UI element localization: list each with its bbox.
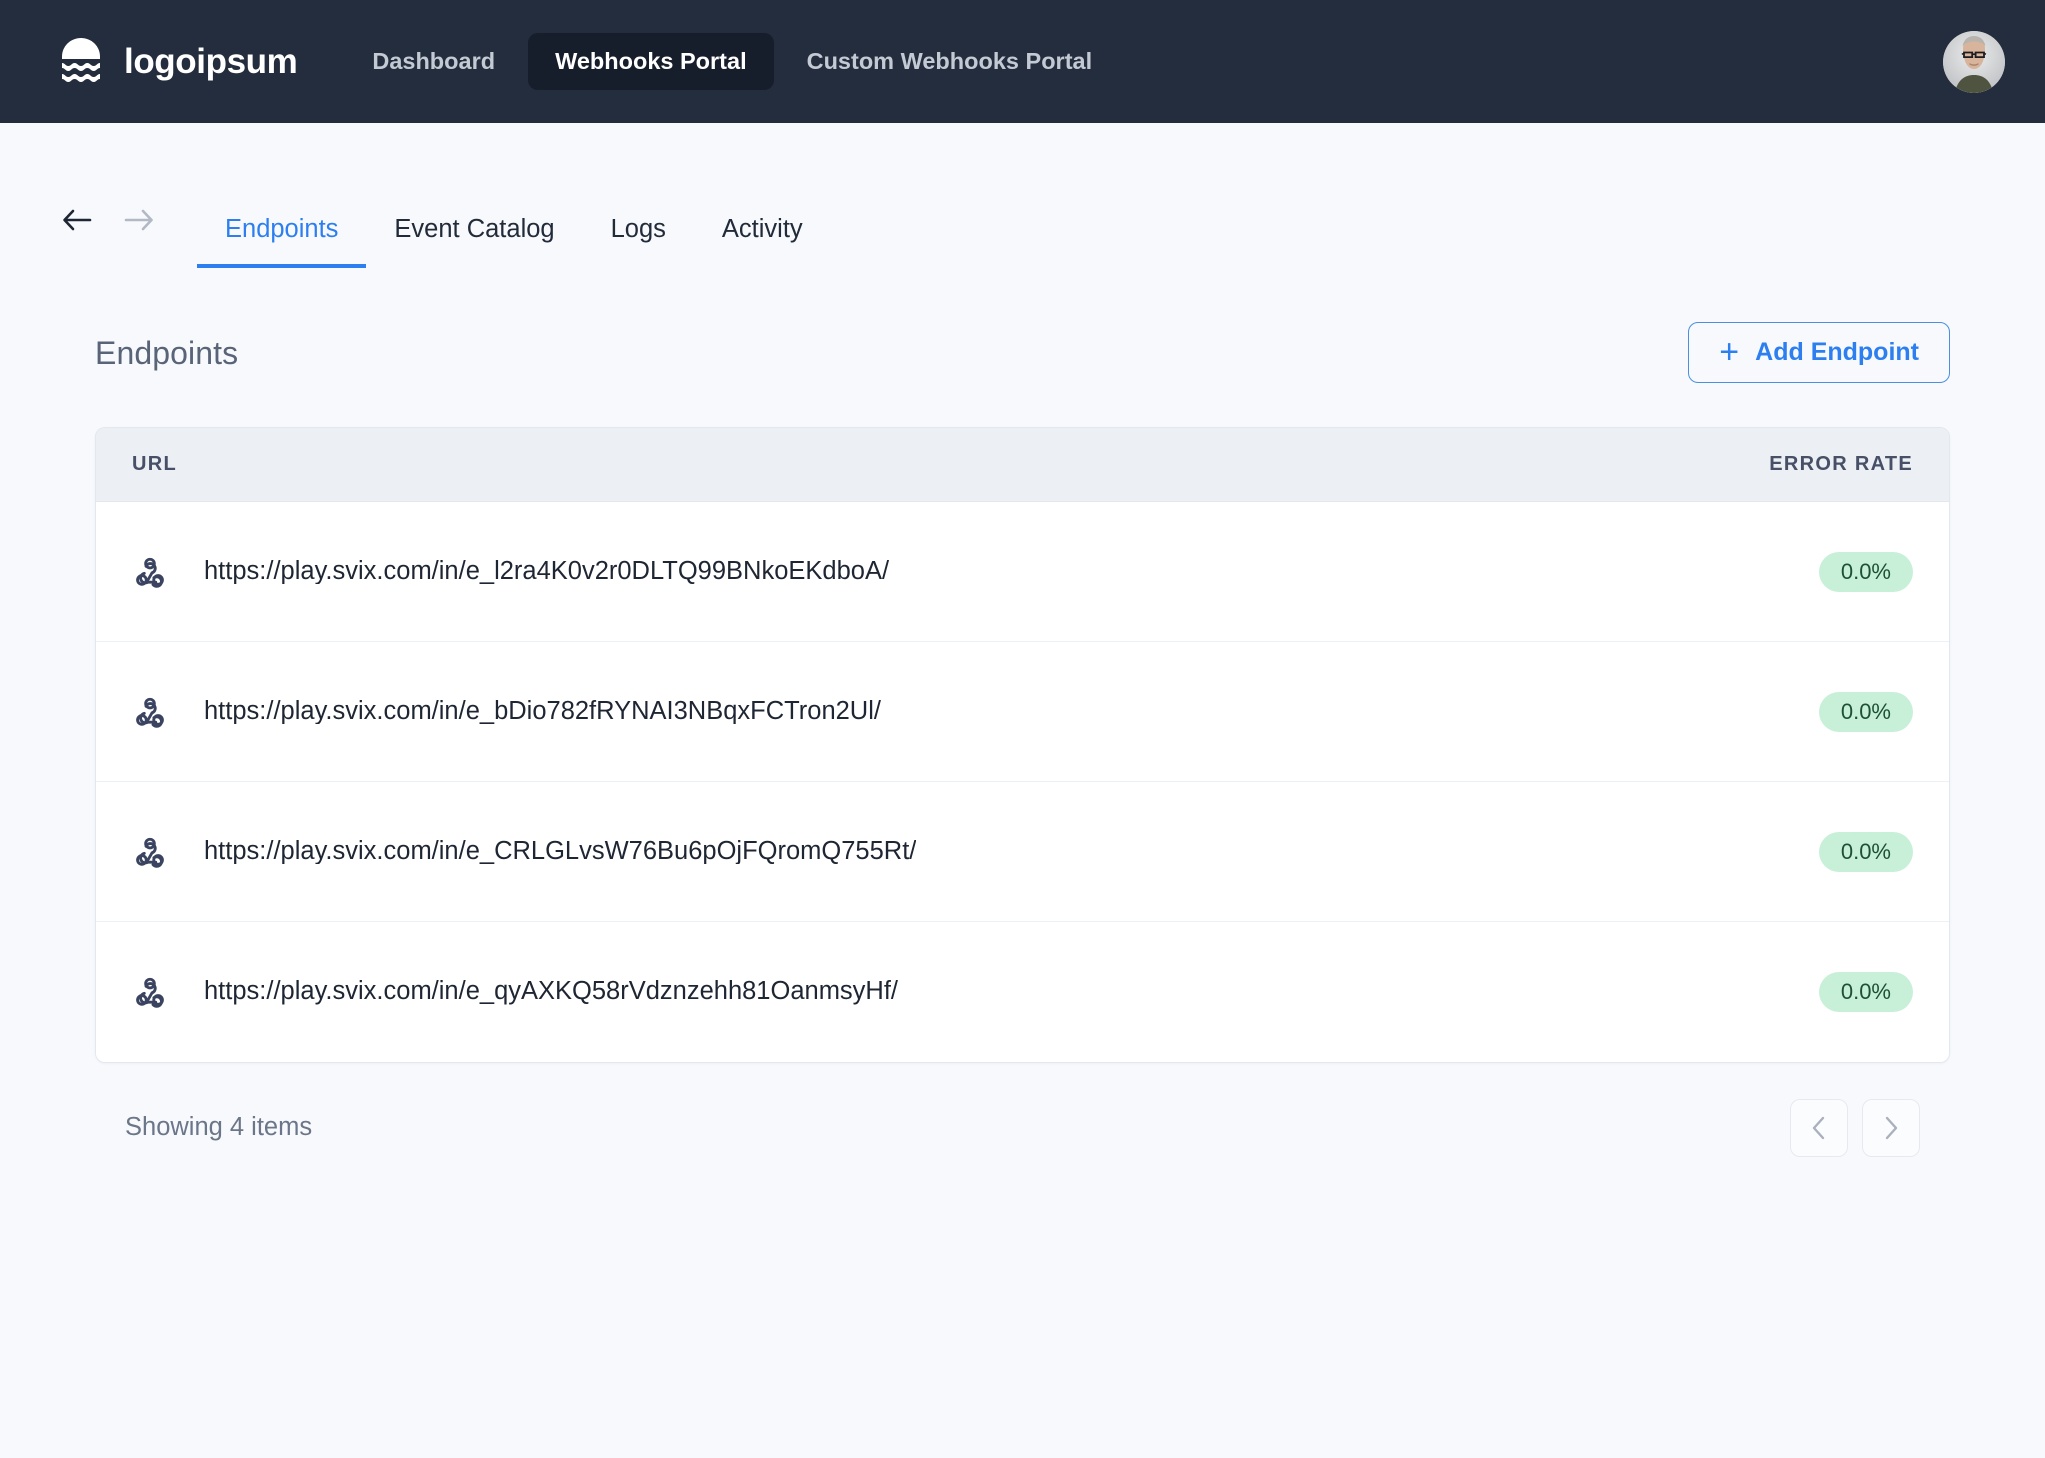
avatar[interactable]: [1943, 31, 2005, 93]
table-row[interactable]: https://play.svix.com/in/e_l2ra4K0v2r0DL…: [96, 502, 1949, 642]
table-row[interactable]: https://play.svix.com/in/e_bDio782fRYNAI…: [96, 642, 1949, 782]
arrow-right-icon: [124, 207, 154, 233]
cell-url: https://play.svix.com/in/e_qyAXKQ58rVdzn…: [132, 974, 1613, 1010]
endpoint-url: https://play.svix.com/in/e_bDio782fRYNAI…: [204, 699, 881, 725]
endpoint-url: https://play.svix.com/in/e_CRLGLvsW76Bu6…: [204, 839, 916, 865]
previous-page-button[interactable]: [1790, 1099, 1848, 1157]
add-endpoint-label: Add Endpoint: [1755, 340, 1919, 365]
forward-button[interactable]: [117, 198, 161, 242]
chevron-left-icon: [1810, 1115, 1828, 1141]
showing-count: Showing 4 items: [125, 1115, 312, 1141]
content-header: Endpoints + Add Endpoint: [95, 322, 1950, 383]
webhook-icon: [132, 974, 168, 1010]
arrow-left-icon: [62, 207, 92, 233]
brand-name: logoipsum: [124, 44, 297, 79]
tab-endpoints[interactable]: Endpoints: [197, 203, 366, 269]
status-badge: 0.0%: [1819, 552, 1913, 592]
brand-logo[interactable]: logoipsum: [55, 36, 297, 88]
webhook-icon: [132, 834, 168, 870]
status-badge: 0.0%: [1819, 832, 1913, 872]
table-row[interactable]: https://play.svix.com/in/e_CRLGLvsW76Bu6…: [96, 782, 1949, 922]
top-navigation-bar: logoipsum Dashboard Webhooks Portal Cust…: [0, 0, 2045, 123]
page-body: Endpoints Event Catalog Logs Activity En…: [0, 172, 2045, 1157]
avatar-photo-icon: [1943, 31, 2005, 93]
cell-url: https://play.svix.com/in/e_l2ra4K0v2r0DL…: [132, 554, 1613, 590]
nav-link-dashboard[interactable]: Dashboard: [345, 33, 522, 91]
nav-link-custom-webhooks-portal[interactable]: Custom Webhooks Portal: [780, 33, 1120, 91]
chevron-right-icon: [1882, 1115, 1900, 1141]
endpoints-table: URL ERROR RATE https://play.svix.com/in/…: [95, 427, 1950, 1063]
table-footer: Showing 4 items: [95, 1099, 1950, 1157]
tab-event-catalog[interactable]: Event Catalog: [366, 203, 582, 269]
back-button[interactable]: [55, 198, 99, 242]
webhook-icon: [132, 694, 168, 730]
cell-error-rate: 0.0%: [1613, 972, 1913, 1012]
webhook-icon: [132, 554, 168, 590]
table-row[interactable]: https://play.svix.com/in/e_qyAXKQ58rVdzn…: [96, 922, 1949, 1062]
primary-nav: Dashboard Webhooks Portal Custom Webhook…: [345, 33, 1119, 91]
cell-error-rate: 0.0%: [1613, 552, 1913, 592]
endpoint-url: https://play.svix.com/in/e_l2ra4K0v2r0DL…: [204, 559, 889, 585]
wave-logo-icon: [55, 36, 107, 88]
page-title: Endpoints: [95, 337, 238, 369]
column-header-url: URL: [132, 453, 1613, 476]
tab-bar: Endpoints Event Catalog Logs Activity: [0, 172, 2045, 268]
pagination: [1790, 1099, 1920, 1157]
cell-error-rate: 0.0%: [1613, 692, 1913, 732]
nav-link-webhooks-portal[interactable]: Webhooks Portal: [528, 33, 774, 91]
status-badge: 0.0%: [1819, 692, 1913, 732]
add-endpoint-button[interactable]: + Add Endpoint: [1688, 322, 1950, 383]
cell-url: https://play.svix.com/in/e_CRLGLvsW76Bu6…: [132, 834, 1613, 870]
table-header-row: URL ERROR RATE: [96, 428, 1949, 502]
plus-icon: +: [1719, 339, 1739, 366]
column-header-error-rate: ERROR RATE: [1613, 453, 1913, 476]
main-content: Endpoints + Add Endpoint URL ERROR RATE: [0, 322, 2045, 1157]
cell-error-rate: 0.0%: [1613, 832, 1913, 872]
cell-url: https://play.svix.com/in/e_bDio782fRYNAI…: [132, 694, 1613, 730]
tab-activity[interactable]: Activity: [694, 203, 831, 269]
status-badge: 0.0%: [1819, 972, 1913, 1012]
tab-logs[interactable]: Logs: [583, 203, 694, 269]
endpoint-url: https://play.svix.com/in/e_qyAXKQ58rVdzn…: [204, 979, 898, 1005]
next-page-button[interactable]: [1862, 1099, 1920, 1157]
